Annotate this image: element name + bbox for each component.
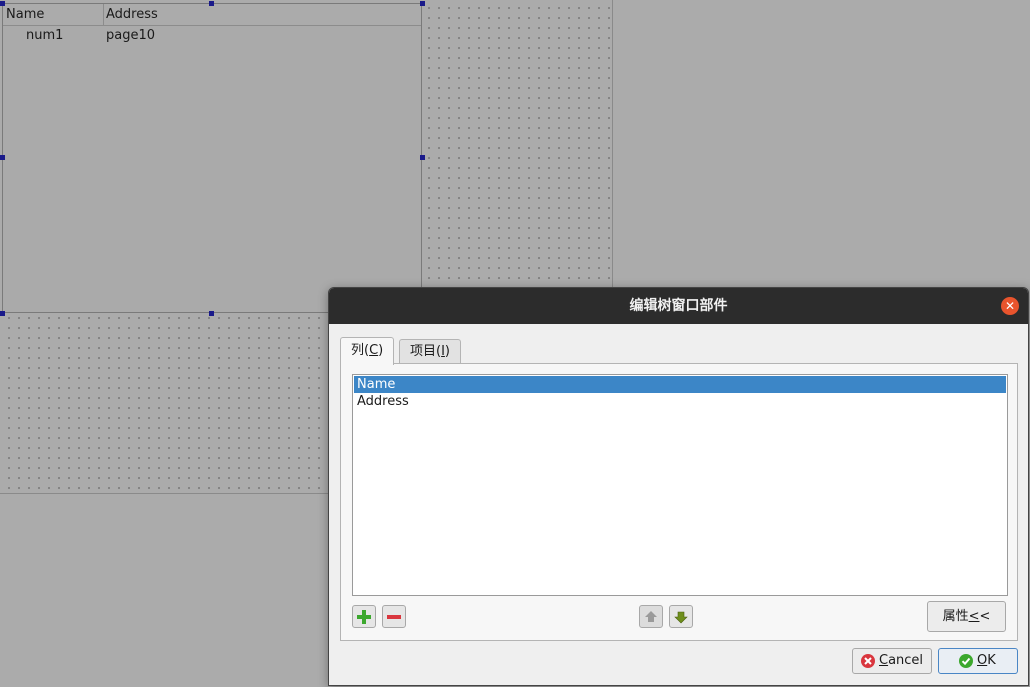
dialog-title: 编辑树窗口部件	[629, 298, 728, 314]
tab-items[interactable]: 项目(I)	[399, 339, 461, 364]
tree-cell-name: num1	[26, 28, 64, 43]
cancel-icon	[861, 654, 875, 668]
list-item[interactable]: Address	[354, 393, 1006, 410]
resize-handle[interactable]	[0, 1, 5, 6]
add-column-button[interactable]	[352, 605, 376, 628]
edit-tree-widget-dialog: 编辑树窗口部件 ✕ 列(C) 项目(I) Name Address 属性<< C…	[328, 287, 1029, 686]
ok-button[interactable]: OK	[938, 648, 1018, 674]
plus-icon	[357, 610, 371, 624]
minus-icon	[387, 615, 401, 619]
move-up-button[interactable]	[639, 605, 663, 628]
tree-header-address: Address	[106, 7, 158, 22]
remove-column-button[interactable]	[382, 605, 406, 628]
close-icon[interactable]: ✕	[1001, 297, 1019, 315]
move-down-button[interactable]	[669, 605, 693, 628]
tree-header: Name Address	[3, 4, 421, 26]
list-item[interactable]: Name	[354, 376, 1006, 393]
tab-columns[interactable]: 列(C)	[340, 337, 395, 365]
tree-cell-address: page10	[106, 28, 156, 43]
resize-handle[interactable]	[209, 1, 214, 6]
columns-tab-panel: Name Address 属性<<	[340, 363, 1018, 641]
properties-toggle-button[interactable]: 属性<<	[927, 601, 1006, 632]
cancel-button[interactable]: Cancel	[852, 648, 932, 674]
column-list[interactable]: Name Address	[352, 374, 1008, 596]
resize-handle[interactable]	[0, 311, 5, 316]
dialog-titlebar[interactable]: 编辑树窗口部件 ✕	[329, 288, 1028, 324]
resize-handle[interactable]	[0, 155, 5, 160]
tree-header-separator	[103, 4, 104, 25]
check-icon	[959, 654, 973, 668]
resize-handle[interactable]	[420, 155, 425, 160]
tree-row[interactable]: num1 page10	[3, 27, 421, 47]
tree-widget-preview[interactable]: Name Address num1 page10	[2, 3, 422, 313]
arrow-up-icon	[645, 611, 657, 622]
resize-handle[interactable]	[420, 1, 425, 6]
resize-handle[interactable]	[209, 311, 214, 316]
arrow-down-icon	[674, 611, 688, 624]
tree-header-name: Name	[6, 7, 45, 22]
